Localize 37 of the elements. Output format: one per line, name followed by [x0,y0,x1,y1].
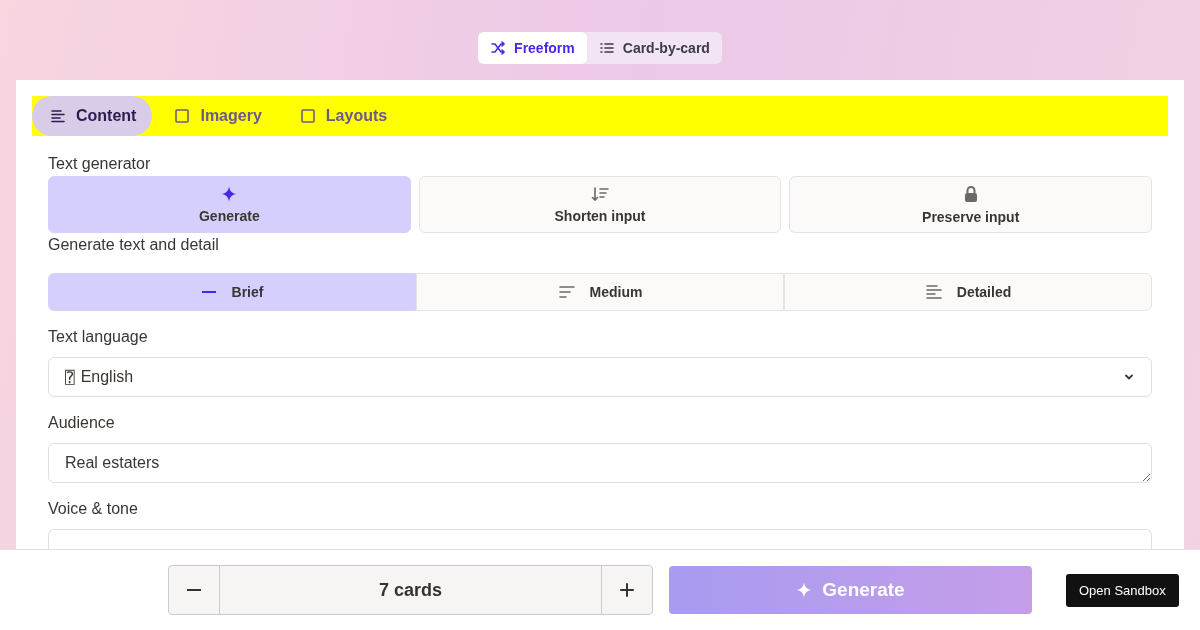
option-button[interactable]: Shorten input [418,176,782,233]
option-button[interactable]: Detailed [784,273,1152,311]
sort-down-icon [591,185,609,202]
sparkle-icon [221,185,238,202]
list-icon [598,40,615,56]
mode-tab[interactable]: Freeform [478,32,587,64]
shuffle-icon [490,40,507,56]
option-button[interactable]: Preserve input [789,176,1152,233]
language-select[interactable]: ⍰ English [48,357,1152,397]
align-left-icon [924,284,943,300]
short-lines-icon [557,284,576,300]
field-label: Audience [48,413,116,433]
text-lines-icon [50,108,66,124]
option-button[interactable]: Medium [416,273,784,311]
select-value: English [80,368,134,386]
card-count: 7 cards [219,566,602,614]
field-label: Text language [48,327,149,347]
minus-icon [187,589,201,591]
plus-icon [619,582,635,598]
flag-icon: ⍰ [65,367,75,387]
mode-tab[interactable]: Card-by-card [586,32,722,64]
open-sandbox-button[interactable]: Open Sandbox [1066,573,1179,607]
tab[interactable]: Content [32,96,153,136]
tab[interactable]: Imagery [156,96,278,136]
lock-icon [962,184,979,203]
option-button[interactable]: Brief [48,273,416,311]
field-label: Text generator [48,154,152,174]
tab[interactable]: Layouts [281,96,404,136]
checkbox-icon [174,108,191,124]
text-field[interactable] [48,529,1152,550]
text-field[interactable]: Real estaters [48,443,1152,483]
field-label: Generate text and detail [48,235,220,255]
field-label: Voice & tone [48,499,139,519]
option-button[interactable]: Generate [48,176,411,233]
checkbox-icon [299,108,316,124]
dash-icon [200,291,217,293]
sparkle-icon [796,582,813,598]
